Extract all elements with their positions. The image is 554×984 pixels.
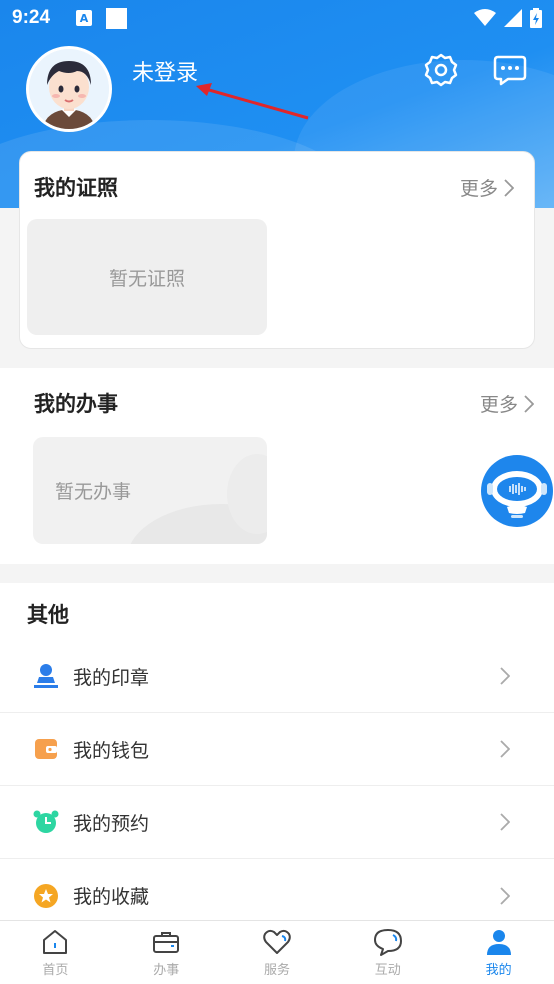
red-arrow-annotation: [196, 83, 309, 120]
tab-home[interactable]: 首页: [0, 921, 111, 984]
robot-icon: [487, 471, 547, 518]
signal-icon: [504, 9, 522, 27]
chat-bubble-icon: [373, 929, 402, 956]
tab-label: 办事: [153, 963, 180, 978]
alarm-clock-icon: [33, 810, 59, 833]
tab-services[interactable]: 服务: [222, 921, 333, 984]
message-icon[interactable]: [492, 52, 528, 88]
certificates-card: 我的证照 更多 暂无证照: [19, 151, 535, 349]
star-icon: [34, 883, 58, 908]
list-item-seal[interactable]: 我的印章: [0, 640, 554, 713]
affairs-more-link[interactable]: 更多: [480, 390, 534, 417]
voice-assistant-button[interactable]: [481, 455, 553, 527]
list-item-appointment[interactable]: 我的预约: [0, 786, 554, 859]
chevron-right-icon: [504, 178, 514, 197]
certificates-more-label: 更多: [459, 178, 498, 200]
chevron-right-icon: [500, 667, 510, 685]
certificates-title: 我的证照: [34, 176, 118, 200]
list-item-label: 我的钱包: [73, 739, 150, 762]
heart-icon: [263, 929, 291, 954]
battery-icon: [530, 8, 542, 28]
wifi-icon: [474, 9, 496, 26]
chevron-right-icon: [500, 740, 510, 758]
list-item-label: 我的印章: [73, 666, 150, 689]
notification-square-icon: [106, 7, 128, 29]
wallet-icon: [35, 739, 57, 759]
settings-icon[interactable]: [423, 52, 459, 88]
chevron-right-icon: [524, 394, 534, 413]
tab-label: 互动: [374, 963, 401, 978]
notification-a-icon: A: [76, 10, 93, 26]
list-item-label: 我的预约: [73, 812, 150, 835]
status-bar: 9:24 A: [0, 0, 554, 36]
other-section: 其他 我的印章 我的钱包 我的预约 我的收藏: [0, 583, 554, 923]
list-item-label: 我的收藏: [73, 886, 150, 908]
bottom-tab-bar: 首页 办事 服务 互动 我的: [0, 920, 554, 984]
tab-label: 服务: [263, 963, 290, 978]
tab-interaction[interactable]: 互动: [332, 921, 443, 984]
affairs-title: 我的办事: [34, 392, 118, 416]
certificates-more-link[interactable]: 更多: [460, 174, 514, 201]
list-item-wallet[interactable]: 我的钱包: [0, 713, 554, 786]
chevron-right-icon: [500, 813, 510, 831]
seal-icon: [34, 664, 58, 688]
affairs-empty-text: 暂无办事: [55, 481, 132, 503]
tab-label: 首页: [42, 963, 69, 978]
tab-mine[interactable]: 我的: [443, 921, 554, 984]
other-title: 其他: [27, 603, 69, 627]
avatar[interactable]: [26, 46, 112, 132]
affairs-more-label: 更多: [479, 394, 518, 416]
tab-affairs[interactable]: 办事: [111, 921, 222, 984]
certificates-empty-text: 暂无证照: [108, 267, 185, 290]
briefcase-icon: [153, 932, 180, 953]
affairs-empty-box: 暂无办事: [33, 437, 267, 544]
tab-label: 我的: [485, 963, 512, 978]
certificates-empty-box: 暂无证照: [27, 219, 267, 335]
affairs-card: 我的办事 更多 暂无办事: [0, 368, 554, 564]
home-icon: [43, 930, 68, 954]
login-status-text[interactable]: 未登录: [132, 55, 198, 87]
status-time: 9:24: [12, 7, 51, 28]
user-icon: [486, 930, 511, 955]
chevron-right-icon: [500, 886, 510, 905]
